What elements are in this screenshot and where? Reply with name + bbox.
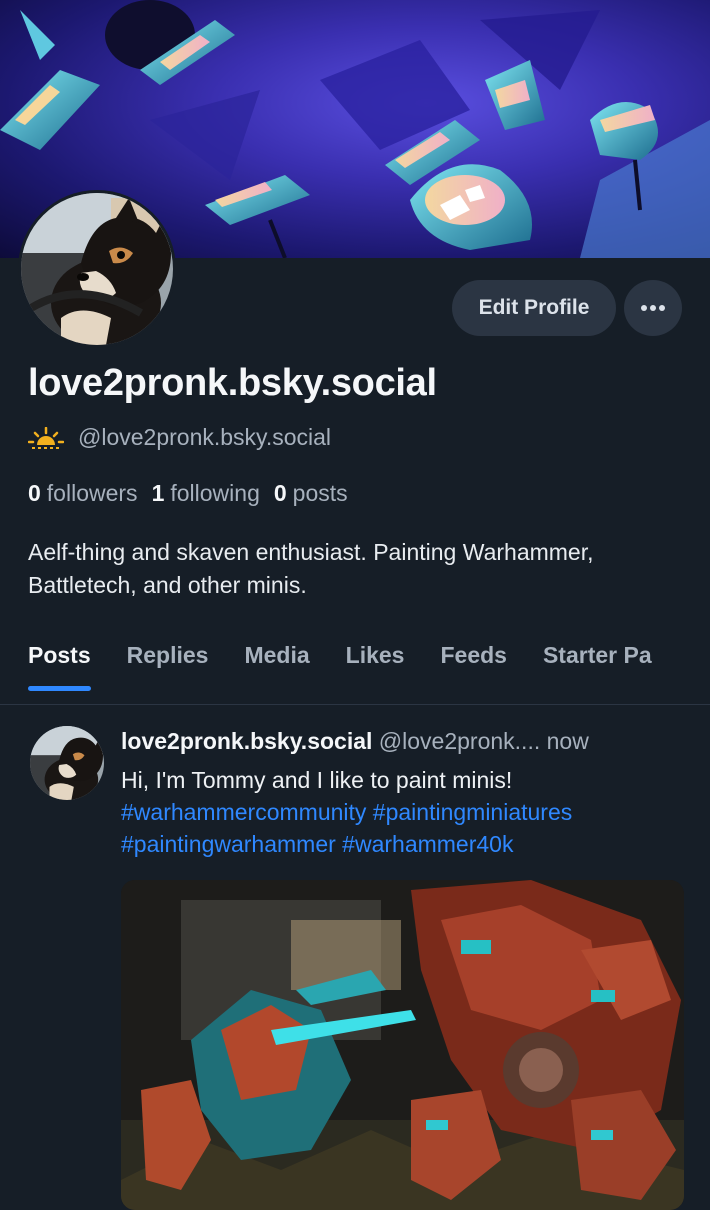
tab-replies[interactable]: Replies (127, 642, 209, 691)
profile-stats: 0 followers 1 following 0 posts (28, 480, 348, 507)
edit-profile-button[interactable]: Edit Profile (452, 280, 616, 336)
profile-tabs: Posts Replies Media Likes Feeds Starter … (28, 642, 652, 691)
post-header: love2pronk.bsky.social @love2pronk.... n… (121, 728, 589, 755)
post-author-avatar[interactable] (30, 726, 104, 800)
followers-stat[interactable]: 0 followers (28, 480, 138, 507)
more-options-button[interactable] (624, 280, 682, 336)
tab-feeds[interactable]: Feeds (440, 642, 506, 691)
post-avatar-image (30, 726, 104, 800)
post-photo (121, 880, 684, 1210)
tab-starter-packs[interactable]: Starter Pa (543, 642, 652, 691)
tab-media[interactable]: Media (244, 642, 309, 691)
more-dots-icon (641, 305, 665, 311)
tab-posts[interactable]: Posts (28, 642, 91, 691)
posts-stat: 0 posts (273, 480, 348, 506)
post-image[interactable] (121, 880, 684, 1210)
handle-row: @love2pronk.bsky.social (28, 424, 331, 451)
following-stat[interactable]: 1 following (152, 480, 260, 507)
tab-likes[interactable]: Likes (346, 642, 405, 691)
post-author-name[interactable]: love2pronk.bsky.social (121, 728, 372, 754)
post-body: Hi, I'm Tommy and I like to paint minis!… (121, 764, 696, 860)
profile-bio: Aelf-thing and skaven enthusiast. Painti… (28, 539, 594, 598)
hashtag-link[interactable]: #warhammercommunity (121, 799, 366, 825)
hashtag-link[interactable]: #paintingwarhammer (121, 831, 336, 857)
profile-avatar[interactable] (18, 190, 176, 348)
handle-text: @love2pronk.bsky.social (78, 424, 332, 450)
post-author-handle[interactable]: @love2pronk.... (379, 728, 540, 754)
tabs-divider (0, 704, 710, 705)
hashtag-link[interactable]: #paintingminiatures (373, 799, 572, 825)
avatar-image (21, 193, 173, 345)
post-text: Hi, I'm Tommy and I like to paint minis! (121, 767, 513, 793)
display-name: love2pronk.bsky.social (28, 362, 437, 404)
sun-icon (28, 426, 64, 449)
hashtag-link[interactable]: #warhammer40k (342, 831, 513, 857)
post-timestamp[interactable]: now (547, 728, 589, 754)
